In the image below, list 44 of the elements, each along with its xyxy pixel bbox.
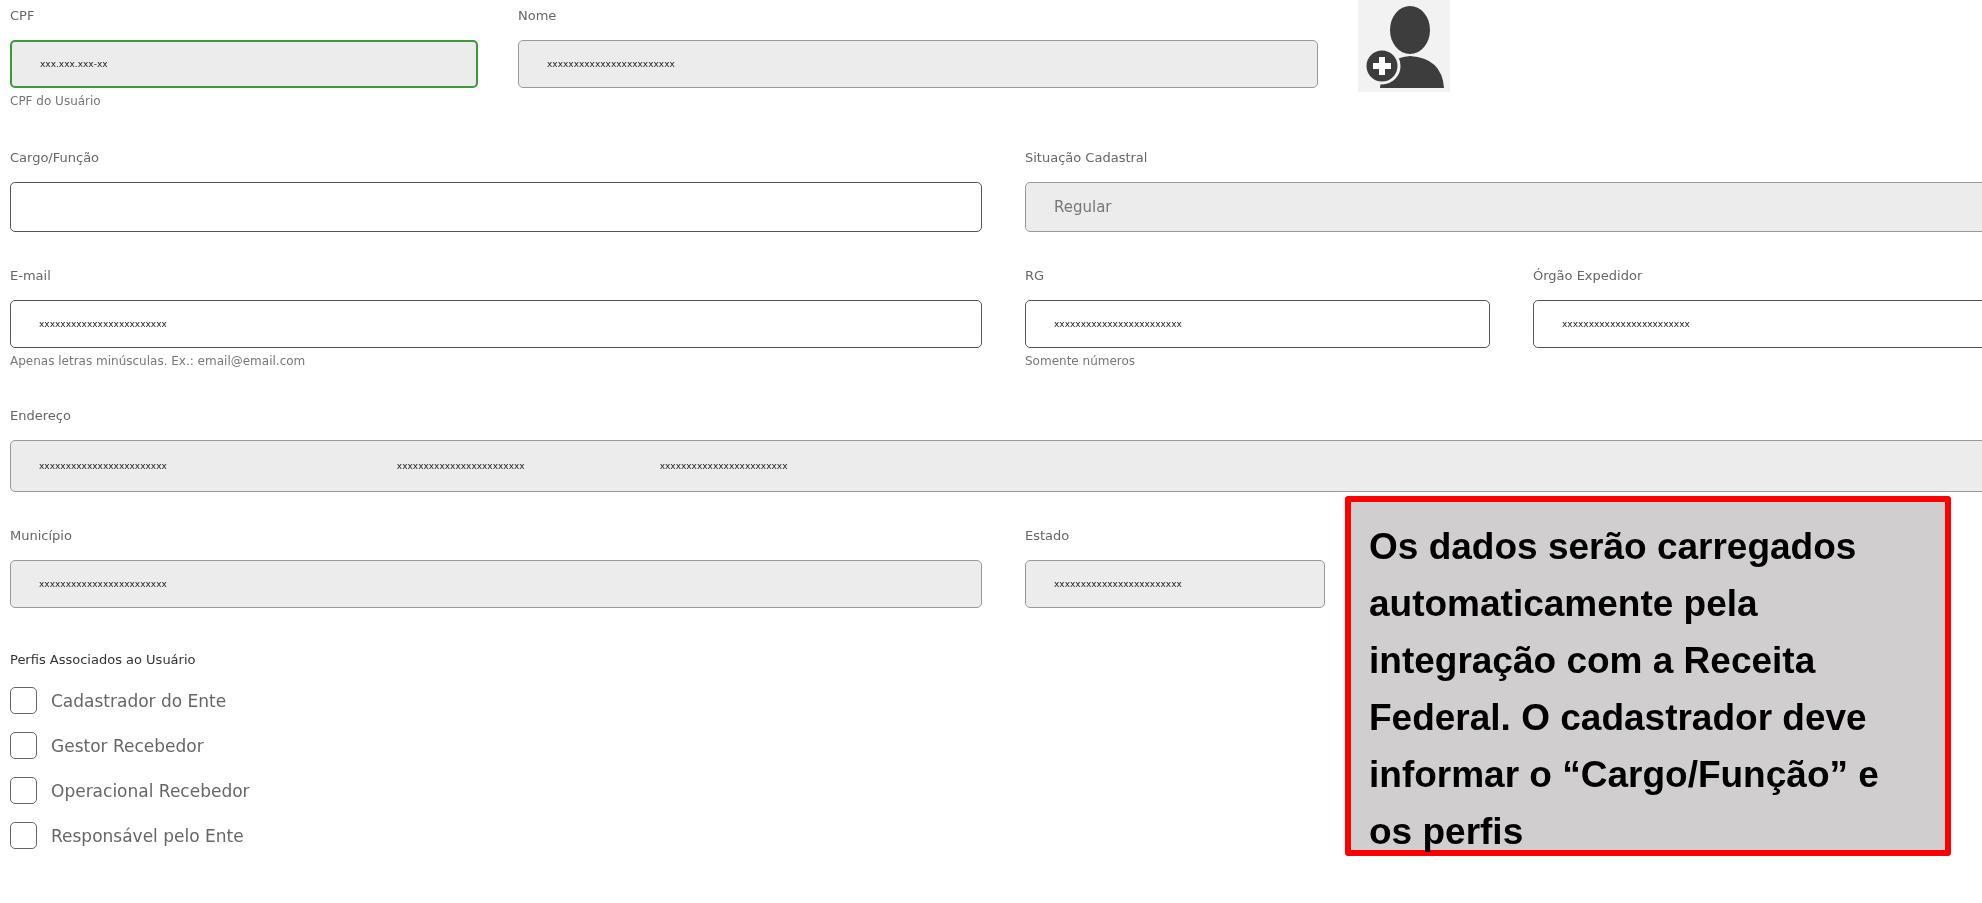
field-hint: Somente números [1025,354,1137,368]
field-label: Município [10,528,73,545]
field-label: Endereço [10,408,72,425]
field-value: xxxxxxxxxxxxxxxxxxxxxxxx [39,579,167,589]
input-field[interactable]: xxxxxxxxxxxxxxxxxxxxxxxx [1025,560,1325,608]
checkbox[interactable] [10,822,37,849]
field-value: xxxxxxxxxxxxxxxxxxxxxxxx [659,461,788,471]
field-label: Órgão Expedidor [1533,268,1644,285]
field-label: RG [1025,268,1046,285]
input-field[interactable]: xxxxxxxxxxxxxxxxxxxxxxxx [518,40,1318,88]
field-value: xxxxxxxxxxxxxxxxxxxxxxxx [39,319,167,329]
add-user-icon[interactable] [1358,0,1450,92]
field-label: Cargo/Função [10,150,101,167]
field-hint: CPF do Usuário [10,94,102,108]
field-value: xxxxxxxxxxxxxxxxxxxxxxxx [1054,579,1182,589]
input-field[interactable]: xxx.xxx.xxx-xx [10,40,478,88]
callout-text: Os dados serão carregados automaticamente pela integração com a Receita Federal. O cadastrador deve informar o “Cargo/Função” e os perfis [1369,525,1880,854]
field-value: xxxxxxxxxxxxxxxxxxxxxxxx [39,461,167,471]
field-value: xxxxxxxxxxxxxxxxxxxxxxxx [1562,319,1690,329]
field-label: Estado [1025,528,1071,545]
input-field[interactable]: Regular [1025,182,1982,232]
field-label: E-mail [10,268,52,285]
input-field[interactable]: xxxxxxxxxxxxxxxxxxxxxxxx xxxxxxxxxxxxxxxxxxxxxxxx xxxxxxxxxxxxxxxxxxxxxxxx [10,440,1982,492]
field-hint: Apenas letras minúsculas. Ex.: email@email.com [10,354,307,368]
checkbox-label[interactable]: Gestor Recebedor [51,735,204,756]
field-label: CPF [10,8,36,25]
field-label: Nome [518,8,558,25]
input-field[interactable]: xxxxxxxxxxxxxxxxxxxxxxxx [1025,300,1490,348]
field-value: xxx.xxx.xxx-xx [40,59,108,69]
checkbox-label[interactable]: Cadastrador do Ente [51,690,227,711]
checkbox[interactable] [10,732,37,759]
field-value: xxxxxxxxxxxxxxxxxxxxxxxx [1054,319,1182,329]
input-field[interactable]: xxxxxxxxxxxxxxxxxxxxxxxx [10,300,982,348]
field-value: xxxxxxxxxxxxxxxxxxxxxxxx [547,59,675,69]
input-field[interactable]: xxxxxxxxxxxxxxxxxxxxxxxx [1533,300,1982,348]
input-field[interactable]: xxxxxxxxxxxxxxxxxxxxxxxx [10,560,982,608]
field-value: xxxxxxxxxxxxxxxxxxxxxxxx [396,461,525,471]
field-label: Situação Cadastral [1025,150,1149,167]
checkbox-label[interactable]: Responsável pelo Ente [51,825,244,846]
checkbox[interactable] [10,687,37,714]
checkbox-label[interactable]: Operacional Recebedor [51,780,250,801]
input-field[interactable] [10,182,982,232]
section-title: Perfis Associados ao Usuário [10,652,197,669]
checkbox[interactable] [10,777,37,804]
